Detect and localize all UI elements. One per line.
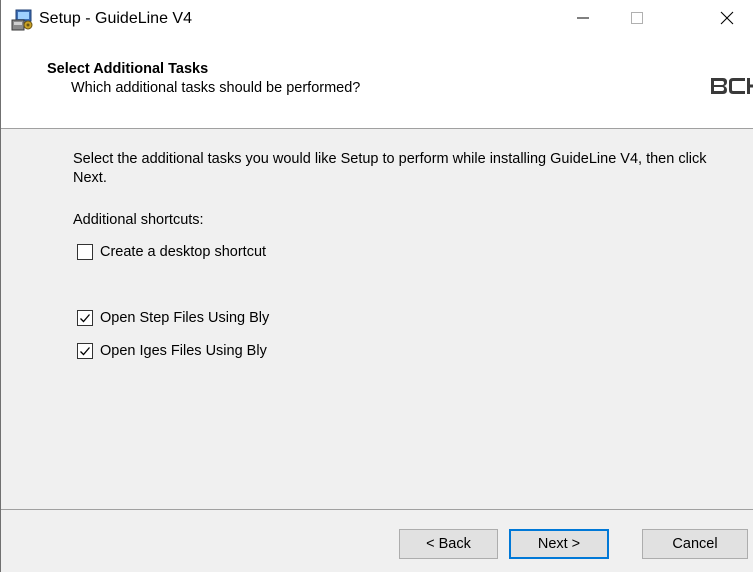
shortcuts-group-label: Additional shortcuts: [73, 212, 204, 228]
wizard-footer: < Back Next > Cancel [1, 510, 753, 572]
page-subtitle: Which additional tasks should be perform… [71, 80, 361, 96]
instructions-text: Select the additional tasks you would li… [73, 151, 707, 186]
maximize-icon [631, 11, 643, 29]
next-button[interactable]: Next > [509, 529, 609, 559]
minimize-button[interactable] [556, 0, 610, 40]
minimize-icon [577, 11, 589, 29]
wizard-content: Select the additional tasks you would li… [1, 129, 753, 509]
step-files-label[interactable]: Open Step Files Using Bly [100, 309, 269, 328]
desktop-shortcut-label[interactable]: Create a desktop shortcut [100, 243, 266, 262]
maximize-button[interactable] [610, 0, 664, 40]
wizard-header: Select Additional Tasks Which additional… [1, 40, 753, 129]
setup-window: Setup - GuideLine V4 Select Additional T… [0, 0, 753, 572]
close-icon [720, 11, 734, 30]
cancel-button[interactable]: Cancel [642, 529, 748, 559]
window-title: Setup - GuideLine V4 [39, 10, 192, 27]
desktop-shortcut-option[interactable]: Create a desktop shortcut [77, 242, 266, 262]
back-button[interactable]: < Back [399, 529, 498, 559]
setup-installer-icon [10, 8, 34, 32]
title-bar[interactable]: Setup - GuideLine V4 [1, 0, 753, 40]
brand-logo [709, 76, 753, 96]
checkmark-icon [80, 314, 90, 323]
step-files-option[interactable]: Open Step Files Using Bly [77, 308, 269, 328]
step-files-checkbox[interactable] [77, 310, 93, 326]
page-title: Select Additional Tasks [47, 61, 209, 77]
close-button[interactable] [700, 0, 753, 40]
desktop-shortcut-checkbox[interactable] [77, 244, 93, 260]
iges-files-checkbox[interactable] [77, 343, 93, 359]
iges-files-option[interactable]: Open Iges Files Using Bly [77, 341, 267, 361]
iges-files-label[interactable]: Open Iges Files Using Bly [100, 342, 267, 361]
checkmark-icon [80, 347, 90, 356]
